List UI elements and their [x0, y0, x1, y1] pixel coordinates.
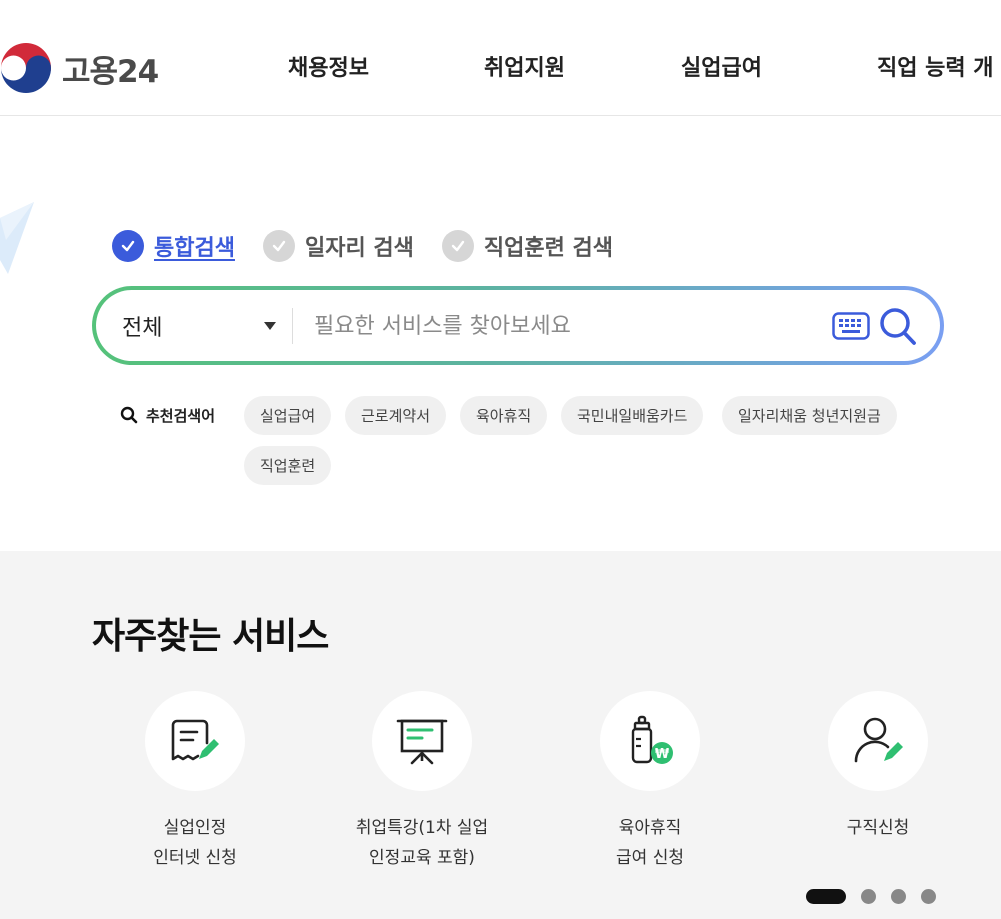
service-icon-circle: ₩ — [600, 691, 700, 791]
service-parental-leave-benefit[interactable]: ₩ 육아휴직 급여 신청 — [550, 691, 750, 873]
search-input[interactable] — [314, 304, 814, 348]
svg-text:₩: ₩ — [655, 747, 670, 762]
tab-label: 통합검색 — [154, 236, 235, 261]
keyword-chip[interactable]: 육아휴직 — [460, 396, 548, 435]
keyword-chip[interactable]: 일자리채움 청년지원금 — [722, 396, 897, 435]
presentation-board-icon — [396, 719, 448, 765]
check-circle-icon — [441, 230, 474, 262]
service-job-application[interactable]: 구직신청 — [778, 691, 978, 843]
service-unemployment-recognition[interactable]: 실업인정 인터넷 신청 — [95, 691, 295, 873]
pagination-dot[interactable] — [921, 889, 936, 904]
keyword-chip[interactable]: 실업급여 — [244, 396, 332, 435]
service-label: 육아휴직 급여 신청 — [550, 813, 750, 873]
nav-job-info[interactable]: 채용정보 — [288, 50, 369, 82]
nav-employment-support[interactable]: 취업지원 — [484, 50, 565, 82]
nav-unemployment-benefit[interactable]: 실업급여 — [681, 50, 762, 82]
keyboard-icon[interactable] — [832, 312, 870, 340]
person-pen-icon — [854, 717, 903, 763]
pagination-dot-active[interactable] — [806, 889, 846, 904]
keyword-chip[interactable]: 직업훈련 — [244, 446, 332, 485]
service-label-line: 구직신청 — [846, 818, 910, 838]
carousel-pagination — [806, 889, 936, 904]
tab-label: 일자리 검색 — [304, 236, 414, 261]
tab-label: 직업훈련 검색 — [483, 236, 613, 261]
site-header: 고용24 채용정보 취업지원 실업급여 직업 능력 개 — [0, 0, 1001, 116]
search-scope-value: 전체 — [122, 315, 163, 341]
paper-plane-icon — [0, 202, 34, 274]
section-title: 자주찾는 서비스 — [92, 616, 329, 657]
check-circle-icon — [112, 230, 144, 262]
service-icon-circle — [828, 691, 928, 791]
site-logo[interactable]: 고용24 — [0, 40, 159, 96]
recommended-label-text: 추천검색어 — [146, 406, 216, 425]
keyword-chip[interactable]: 국민내일배움카드 — [561, 396, 704, 435]
search-bar-inner: 전체 — [96, 290, 940, 361]
pagination-dot[interactable] — [891, 889, 906, 904]
service-label-line: 실업인정 — [163, 818, 227, 838]
search-divider — [292, 308, 293, 344]
service-label: 실업인정 인터넷 신청 — [95, 813, 295, 873]
document-pen-icon — [171, 719, 219, 761]
search-small-icon — [120, 406, 138, 424]
tab-job-search[interactable]: 일자리 검색 — [262, 230, 414, 262]
search-scope-select[interactable]: 전체 — [122, 290, 282, 361]
service-label-line: 인터넷 신청 — [153, 848, 237, 868]
service-job-lecture[interactable]: 취업특강(1차 실업 인정교육 포함) — [322, 691, 522, 873]
service-label: 구직신청 — [778, 813, 978, 843]
check-circle-icon — [262, 230, 295, 262]
pagination-dot[interactable] — [861, 889, 876, 904]
search-bar: 전체 — [92, 286, 944, 365]
search-type-tabs: 통합검색 일자리 검색 직업훈련 검색 — [112, 230, 641, 262]
service-label: 취업특강(1차 실업 인정교육 포함) — [322, 813, 522, 873]
frequent-services-section: 자주찾는 서비스 실업인정 인터넷 신청 취업특강(1차 실업 인정교육 포함)… — [0, 551, 1001, 919]
service-label-line: 인정교육 포함) — [369, 848, 475, 868]
caret-down-icon — [264, 322, 276, 330]
recommended-label: 추천검색어 — [120, 396, 215, 434]
keyword-chip[interactable]: 근로계약서 — [345, 396, 447, 435]
nav-vocational-ability[interactable]: 직업 능력 개 — [877, 50, 994, 82]
service-label-line: 취업특강(1차 실업 — [355, 818, 489, 838]
service-label-line: 급여 신청 — [616, 848, 684, 868]
service-icon-circle — [145, 691, 245, 791]
taegeuk-logo-icon — [1, 43, 51, 93]
tab-integrated-search[interactable]: 통합검색 — [112, 230, 235, 262]
baby-bottle-won-icon: ₩ — [631, 715, 673, 764]
service-label-line: 육아휴직 — [618, 818, 682, 838]
tab-training-search[interactable]: 직업훈련 검색 — [441, 230, 613, 262]
logo-text: 고용24 — [62, 53, 159, 90]
service-icon-circle — [372, 691, 472, 791]
search-icon[interactable] — [878, 304, 918, 348]
